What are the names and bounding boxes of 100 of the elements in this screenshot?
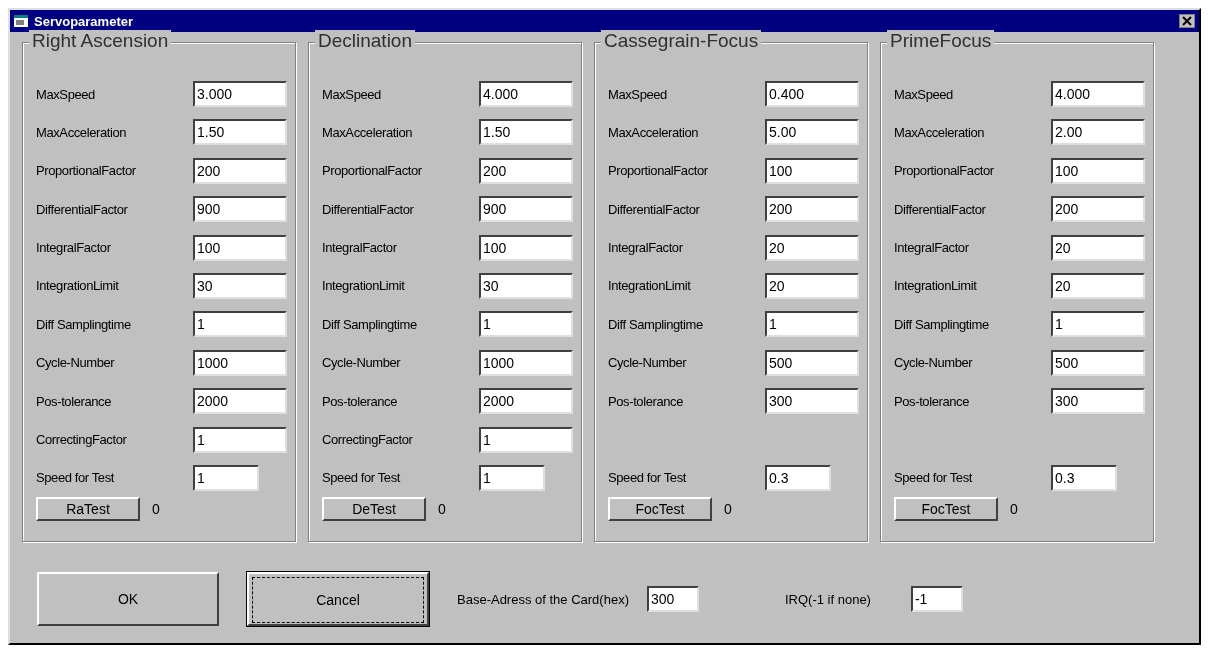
field-label: IntegrationLimit — [322, 278, 406, 294]
input-field[interactable]: 0.3 — [765, 464, 831, 491]
field-label: DifferentialFactor — [36, 201, 129, 217]
test-button[interactable]: FocTest — [608, 496, 712, 521]
window-icon — [14, 15, 28, 27]
test-result: 0 — [724, 500, 732, 517]
field-label: MaxAcceleration — [36, 124, 128, 140]
input-field[interactable]: 0.400 — [765, 81, 859, 107]
input-field[interactable]: 20 — [765, 272, 859, 299]
field-label: Pos-tolerance — [322, 393, 398, 409]
field-label: ProportionalFactor — [894, 163, 995, 179]
field-label: MaxSpeed — [608, 86, 668, 102]
input-field[interactable]: 1 — [193, 464, 259, 491]
field-label: Diff Samplingtime — [894, 316, 990, 332]
input-field[interactable]: 1 — [479, 426, 573, 453]
input-field[interactable]: 20 — [1051, 272, 1145, 299]
field-label: DifferentialFactor — [608, 201, 701, 217]
test-button[interactable]: FocTest — [894, 496, 998, 521]
test-button[interactable]: DeTest — [322, 496, 426, 521]
test-button[interactable]: RaTest — [36, 496, 140, 521]
field-label: IntegrationLimit — [36, 278, 120, 294]
field-label: MaxSpeed — [36, 86, 96, 102]
field-label: Pos-tolerance — [36, 393, 112, 409]
field-label: DifferentialFactor — [322, 201, 415, 217]
field-label: ProportionalFactor — [608, 163, 709, 179]
input-field[interactable]: -1 — [910, 586, 963, 612]
input-field[interactable]: 20 — [765, 234, 859, 261]
field-label: Cycle-Number — [322, 355, 402, 371]
input-field[interactable]: 30 — [479, 272, 573, 299]
field-label: Diff Samplingtime — [608, 316, 704, 332]
input-field[interactable]: 500 — [1051, 349, 1145, 376]
input-field[interactable]: 1000 — [193, 349, 287, 376]
field-label: Cycle-Number — [36, 355, 116, 371]
field-label: Base-Adress of the Card(hex) — [457, 591, 629, 607]
field-label: Diff Samplingtime — [36, 316, 132, 332]
input-field[interactable]: 300 — [1051, 388, 1145, 415]
input-field[interactable]: 5.00 — [765, 119, 859, 146]
input-field[interactable]: 100 — [193, 234, 287, 261]
input-field[interactable]: 2.00 — [1051, 119, 1145, 146]
field-label: IntegralFactor — [322, 240, 398, 256]
input-field[interactable]: 1 — [479, 464, 545, 491]
input-field[interactable]: 900 — [193, 196, 287, 223]
input-field[interactable]: 100 — [765, 157, 859, 184]
test-result: 0 — [1010, 500, 1018, 517]
field-label: Pos-tolerance — [894, 393, 970, 409]
input-field[interactable]: 1.50 — [193, 119, 287, 146]
field-label: ProportionalFactor — [36, 163, 137, 179]
input-field[interactable]: 30 — [193, 272, 287, 299]
input-field[interactable]: 1.50 — [479, 119, 573, 146]
input-field[interactable]: 4.000 — [1051, 81, 1145, 107]
test-result: 0 — [152, 500, 160, 517]
field-label: Pos-tolerance — [608, 393, 684, 409]
input-field[interactable]: 200 — [193, 157, 287, 184]
cancel-button[interactable]: Cancel — [247, 572, 429, 626]
input-field[interactable]: 1000 — [479, 349, 573, 376]
input-field[interactable]: 1 — [765, 311, 859, 338]
ok-button[interactable]: OK — [37, 572, 219, 626]
field-label: Speed for Test — [608, 470, 688, 486]
field-label: MaxSpeed — [322, 86, 382, 102]
field-label: CorrectingFactor — [36, 432, 128, 447]
input-field[interactable]: 300 — [646, 586, 699, 612]
field-label: MaxAcceleration — [894, 124, 986, 140]
field-label: MaxAcceleration — [322, 124, 414, 140]
input-field[interactable]: 200 — [1051, 196, 1145, 223]
input-field[interactable]: 1 — [193, 426, 287, 453]
input-field[interactable]: 100 — [479, 234, 573, 261]
field-label: Speed for Test — [322, 470, 402, 486]
input-field[interactable]: 1 — [1051, 311, 1145, 338]
window-title: Servoparameter — [34, 13, 133, 29]
input-field[interactable]: 0.3 — [1051, 464, 1117, 491]
field-label: Speed for Test — [894, 470, 974, 486]
field-label: DifferentialFactor — [894, 201, 987, 217]
close-button[interactable] — [1179, 14, 1195, 28]
input-field[interactable]: 4.000 — [479, 81, 573, 107]
input-field[interactable]: 900 — [479, 196, 573, 223]
group-title: Cassegrain-Focus — [601, 30, 762, 52]
field-label: MaxSpeed — [894, 86, 954, 102]
input-field[interactable]: 1 — [193, 311, 287, 338]
field-label: ProportionalFactor — [322, 163, 423, 179]
field-label: IntegralFactor — [36, 240, 112, 256]
field-label: IRQ(-1 if none) — [784, 591, 871, 607]
input-field[interactable]: 500 — [765, 349, 859, 376]
field-label: Cycle-Number — [608, 355, 688, 371]
field-label: CorrectingFactor — [322, 432, 414, 447]
input-field[interactable]: 1 — [479, 311, 573, 338]
input-field[interactable]: 2000 — [479, 388, 573, 415]
field-label: Diff Samplingtime — [322, 316, 418, 332]
input-field[interactable]: 20 — [1051, 234, 1145, 261]
field-label: IntegralFactor — [894, 240, 970, 256]
input-field[interactable]: 300 — [765, 388, 859, 415]
input-field[interactable]: 2000 — [193, 388, 287, 415]
field-label: IntegrationLimit — [894, 278, 978, 294]
field-label: IntegrationLimit — [608, 278, 692, 294]
input-field[interactable]: 200 — [765, 196, 859, 223]
field-label: MaxAcceleration — [608, 124, 700, 140]
field-label: IntegralFactor — [608, 240, 684, 256]
input-field[interactable]: 3.000 — [193, 81, 287, 107]
input-field[interactable]: 200 — [479, 157, 573, 184]
input-field[interactable]: 100 — [1051, 157, 1145, 184]
field-label: Cycle-Number — [894, 355, 974, 371]
